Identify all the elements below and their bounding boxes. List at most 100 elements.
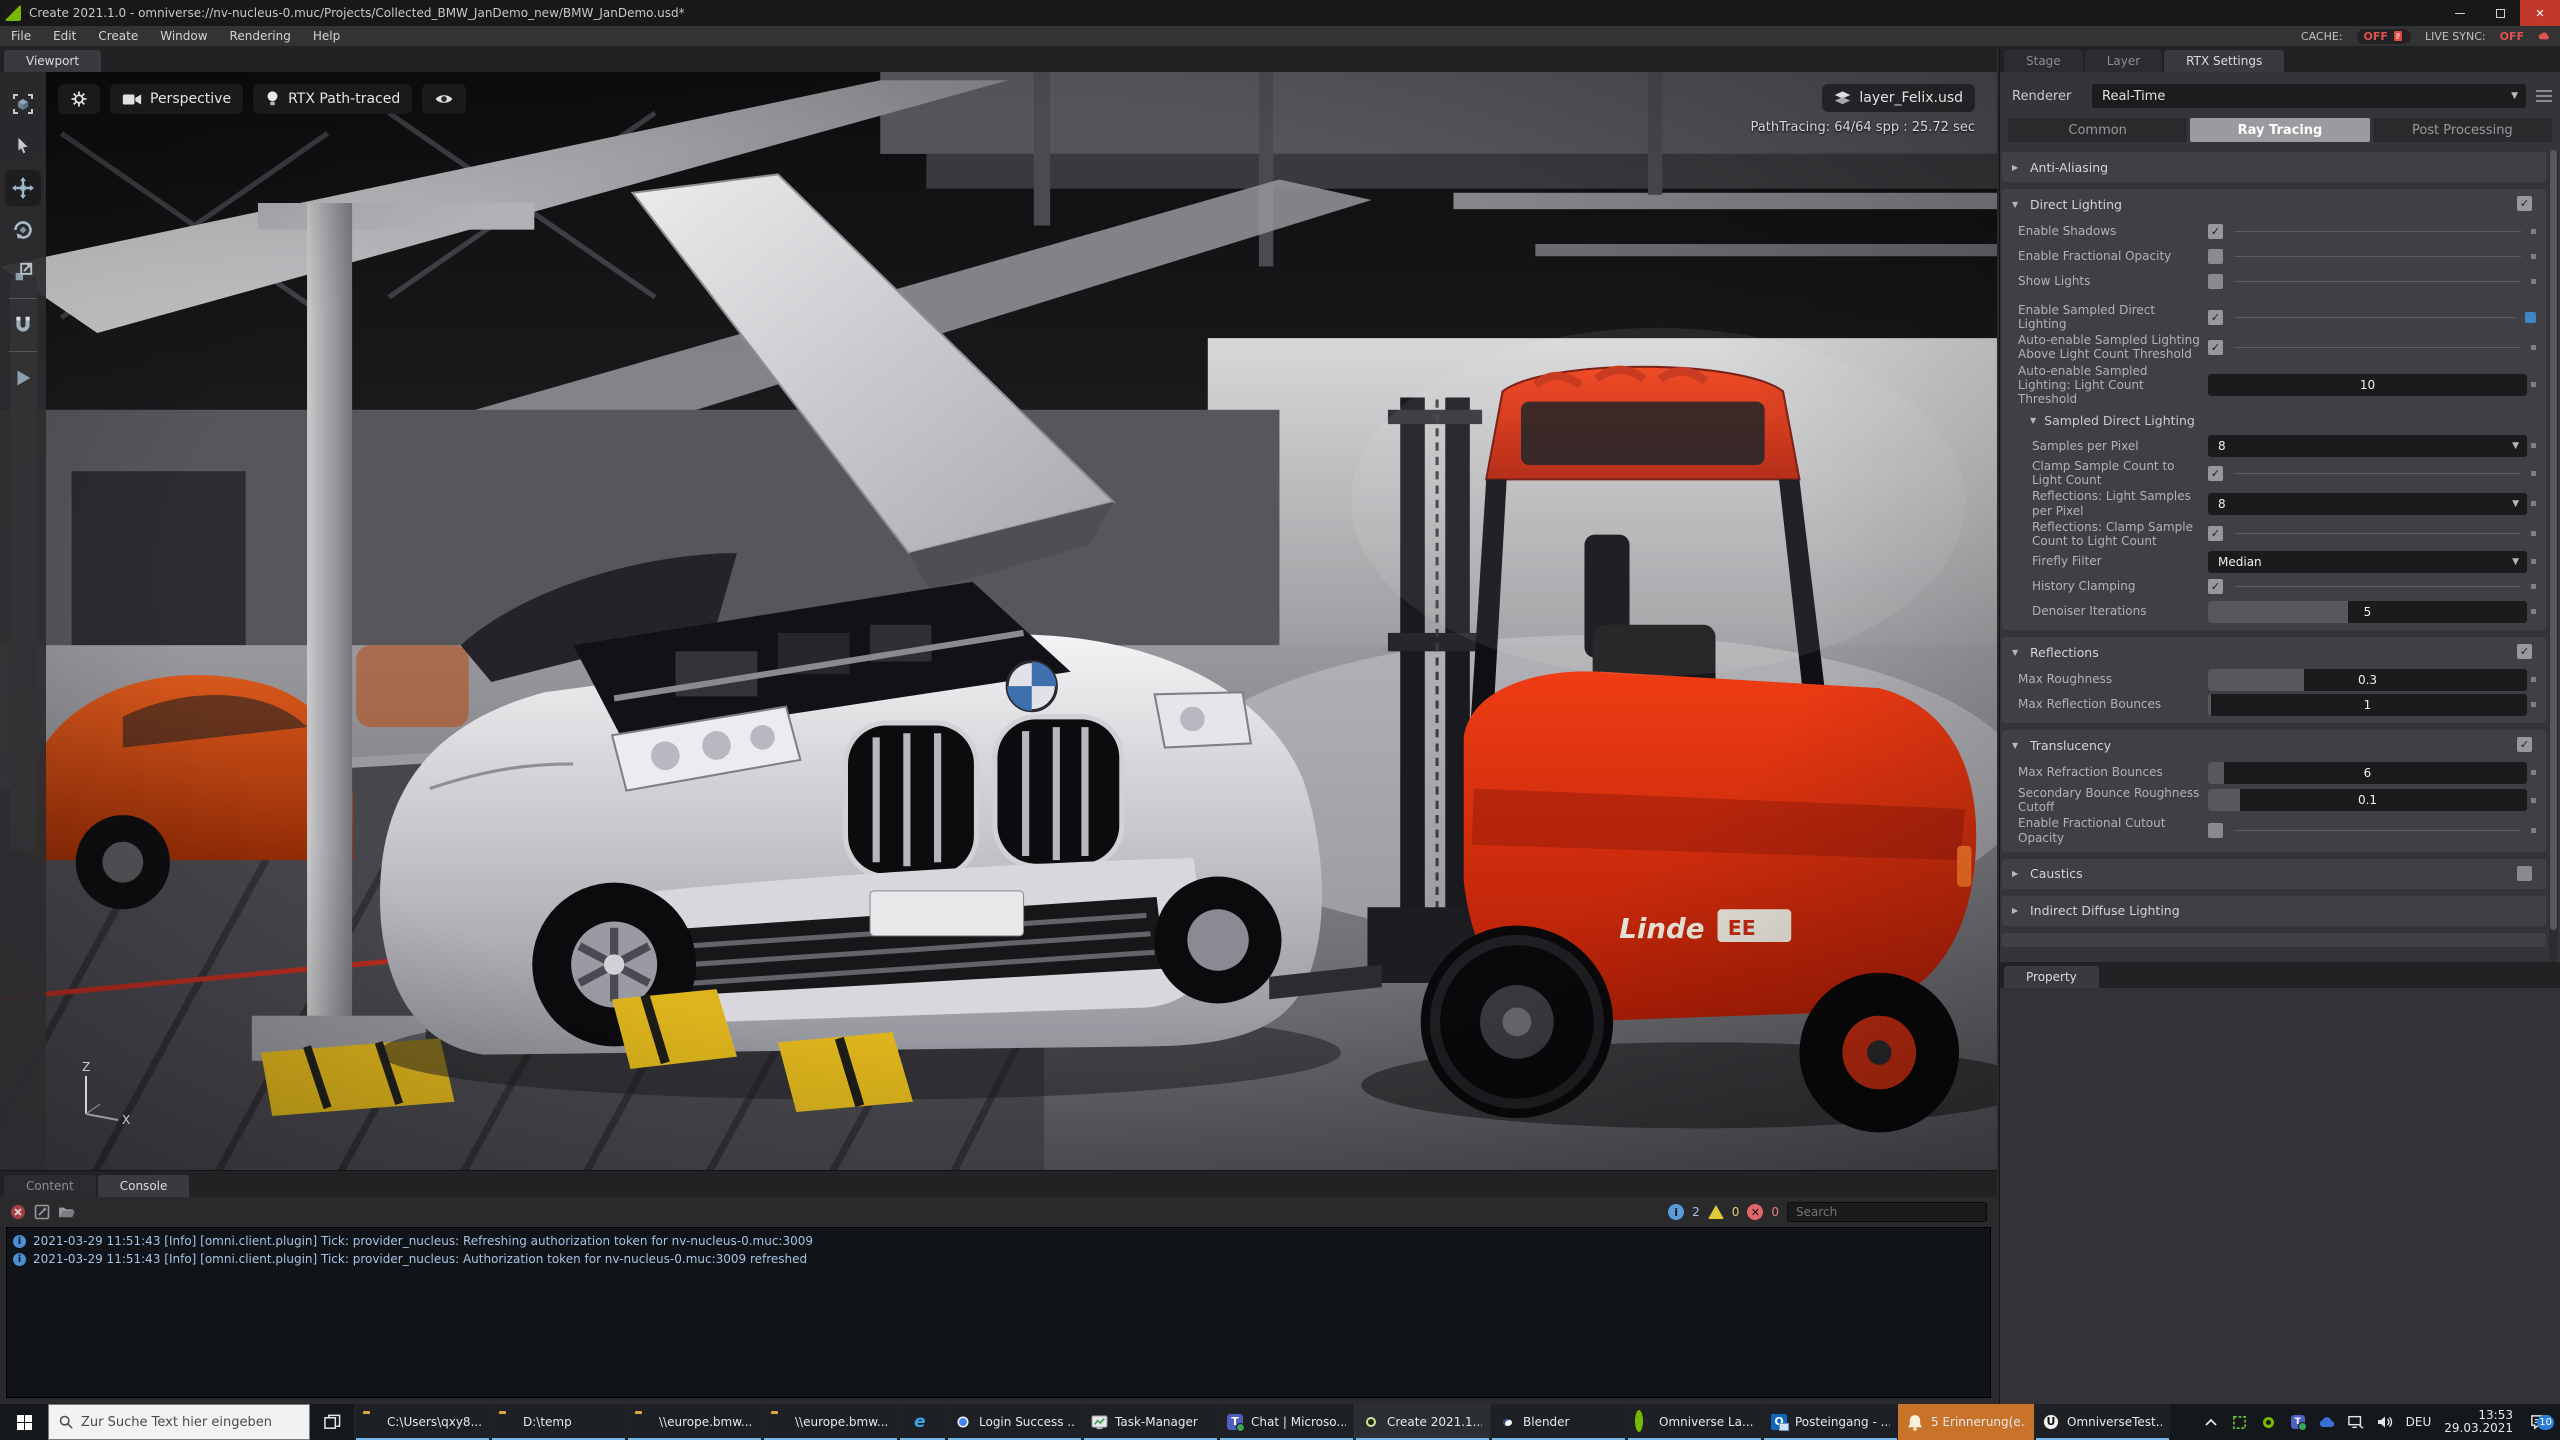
renderer-menu-icon[interactable] — [2536, 90, 2552, 102]
reset-indicator[interactable] — [2531, 828, 2536, 833]
action-center-button[interactable]: 10 — [2526, 1414, 2550, 1430]
open-log-folder-icon[interactable] — [58, 1205, 76, 1219]
snip-tool-icon[interactable] — [2232, 1414, 2248, 1430]
max-reflection-bounces-slider[interactable]: 1 — [2208, 694, 2527, 716]
history-clamping-checkbox[interactable] — [2208, 579, 2223, 594]
translucency-enabled-checkbox[interactable] — [2517, 737, 2532, 752]
volume-icon[interactable] — [2377, 1414, 2393, 1430]
close-button[interactable]: ✕ — [2520, 0, 2560, 26]
reset-indicator[interactable] — [2531, 382, 2536, 387]
reset-indicator[interactable] — [2531, 279, 2536, 284]
taskbar-item-chrome[interactable]: Login Success ... — [946, 1404, 1082, 1440]
taskbar-item-blender[interactable]: Blender — [1490, 1404, 1626, 1440]
sampled-direct-lighting-subsection[interactable]: ▼Sampled Direct Lighting — [2002, 407, 2546, 433]
tab-rtx-settings[interactable]: RTX Settings — [2164, 50, 2284, 72]
tab-property[interactable]: Property — [2004, 966, 2099, 988]
light-count-threshold-field[interactable]: 10 — [2208, 374, 2527, 396]
viewport[interactable]: Linde EE — [0, 72, 1997, 1170]
reset-indicator[interactable] — [2531, 584, 2536, 589]
menu-create[interactable]: Create — [87, 29, 149, 43]
max-refraction-bounces-slider[interactable]: 6 — [2208, 762, 2527, 784]
scale-tool-button[interactable] — [5, 254, 41, 290]
taskbar-item-create[interactable]: Create 2021.1.... — [1354, 1404, 1490, 1440]
section-indirect-diffuse-lighting[interactable]: ▶Indirect Diffuse Lighting — [2002, 896, 2546, 926]
omniverse-tray-icon[interactable] — [2261, 1414, 2277, 1430]
caustics-enabled-checkbox[interactable] — [2517, 866, 2532, 881]
taskbar-item-folder-europe2[interactable]: \\europe.bmw... — [762, 1404, 898, 1440]
cache-toggle[interactable]: OFF — [2357, 29, 2411, 44]
translucency-header[interactable]: ▼Translucency — [2002, 730, 2546, 760]
reset-indicator[interactable] — [2531, 443, 2536, 448]
onedrive-tray-icon[interactable] — [2319, 1414, 2335, 1430]
tab-layer[interactable]: Layer — [2085, 50, 2162, 72]
taskbar-item-unreal[interactable]: U OmniverseTest... — [2034, 1404, 2170, 1440]
reset-indicator[interactable] — [2531, 677, 2536, 682]
tray-chevron-icon[interactable] — [2203, 1414, 2219, 1430]
auto-enable-sampled-lighting-checkbox[interactable] — [2208, 340, 2223, 355]
reset-indicator[interactable] — [2531, 702, 2536, 707]
reflections-clamp-sample-count-checkbox[interactable] — [2208, 526, 2223, 541]
taskbar-item-internet-explorer[interactable]: e — [898, 1404, 946, 1440]
live-sync-status[interactable]: OFF — [2500, 30, 2524, 43]
reset-indicator[interactable] — [2531, 229, 2536, 234]
taskbar-item-folder-users[interactable]: C:\Users\qxy8... — [354, 1404, 490, 1440]
menu-rendering[interactable]: Rendering — [219, 29, 302, 43]
show-lights-checkbox[interactable] — [2208, 274, 2223, 289]
modified-indicator[interactable] — [2525, 312, 2536, 323]
camera-mode-button[interactable]: Perspective — [110, 84, 243, 114]
settings-scrollbar[interactable] — [2549, 150, 2558, 962]
direct-lighting-header[interactable]: ▼Direct Lighting — [2002, 189, 2546, 219]
subtab-common[interactable]: Common — [2008, 118, 2187, 142]
reset-indicator[interactable] — [2531, 798, 2536, 803]
play-button[interactable] — [5, 360, 41, 396]
reflections-light-samples-dropdown[interactable]: 8 — [2208, 493, 2527, 515]
subtab-ray-tracing[interactable]: Ray Tracing — [2190, 118, 2369, 142]
task-view-button[interactable] — [310, 1404, 354, 1440]
viewport-render[interactable]: Linde EE — [0, 72, 1997, 1170]
tab-content[interactable]: Content — [4, 1175, 96, 1197]
taskbar-item-omniverse-launcher[interactable]: Omniverse La... — [1626, 1404, 1762, 1440]
taskbar-item-teams[interactable]: T Chat | Microso... — [1218, 1404, 1354, 1440]
taskbar-item-folder-europe1[interactable]: \\europe.bmw... — [626, 1404, 762, 1440]
renderer-dropdown[interactable]: Real-Time — [2092, 84, 2526, 108]
viewport-settings-button[interactable] — [58, 84, 100, 114]
clear-console-icon[interactable] — [10, 1204, 26, 1220]
select-tool-button[interactable] — [5, 128, 41, 164]
reset-indicator[interactable] — [2531, 471, 2536, 476]
clamp-sample-count-checkbox[interactable] — [2208, 466, 2223, 481]
keyboard-language[interactable]: DEU — [2406, 1415, 2432, 1429]
reflections-enabled-checkbox[interactable] — [2517, 644, 2532, 659]
rotate-tool-button[interactable] — [5, 212, 41, 248]
maximize-button[interactable] — [2480, 0, 2520, 26]
info-icon[interactable]: i — [1668, 1204, 1684, 1220]
enable-sampled-direct-lighting-checkbox[interactable] — [2208, 310, 2223, 325]
taskbar-item-task-manager[interactable]: Task-Manager — [1082, 1404, 1218, 1440]
taskbar-clock[interactable]: 13:53 29.03.2021 — [2444, 1409, 2513, 1435]
subtab-post-processing[interactable]: Post Processing — [2373, 118, 2552, 142]
move-tool-button[interactable] — [5, 170, 41, 206]
taskbar-item-outlook[interactable]: O Posteingang - ... — [1762, 1404, 1898, 1440]
reset-indicator[interactable] — [2531, 770, 2536, 775]
reflections-header[interactable]: ▼Reflections — [2002, 637, 2546, 667]
network-display-icon[interactable] — [2348, 1414, 2364, 1430]
frame-select-tool-button[interactable] — [5, 86, 41, 122]
taskbar-item-reminder[interactable]: 5 Erinnerung(e... — [1898, 1404, 2034, 1440]
reset-indicator[interactable] — [2531, 609, 2536, 614]
render-mode-button[interactable]: RTX Path-traced — [253, 84, 412, 114]
minimize-button[interactable] — [2440, 0, 2480, 26]
menu-window[interactable]: Window — [149, 29, 218, 43]
direct-lighting-enabled-checkbox[interactable] — [2517, 196, 2532, 211]
enable-fractional-opacity-checkbox[interactable] — [2208, 249, 2223, 264]
menu-help[interactable]: Help — [302, 29, 351, 43]
enable-shadows-checkbox[interactable] — [2208, 224, 2223, 239]
layer-badge[interactable]: layer_Felix.usd — [1822, 84, 1975, 112]
tab-viewport[interactable]: Viewport — [4, 50, 101, 72]
samples-per-pixel-dropdown[interactable]: 8 — [2208, 435, 2527, 457]
denoiser-iterations-slider[interactable]: 5 — [2208, 601, 2527, 623]
reset-indicator[interactable] — [2531, 531, 2536, 536]
taskbar-search[interactable]: Zur Suche Text hier eingeben — [48, 1404, 310, 1440]
secondary-bounce-roughness-cutoff-slider[interactable]: 0.1 — [2208, 789, 2527, 811]
console-search-input[interactable] — [1787, 1202, 1987, 1222]
reset-indicator[interactable] — [2531, 254, 2536, 259]
edit-log-icon[interactable] — [34, 1204, 50, 1220]
